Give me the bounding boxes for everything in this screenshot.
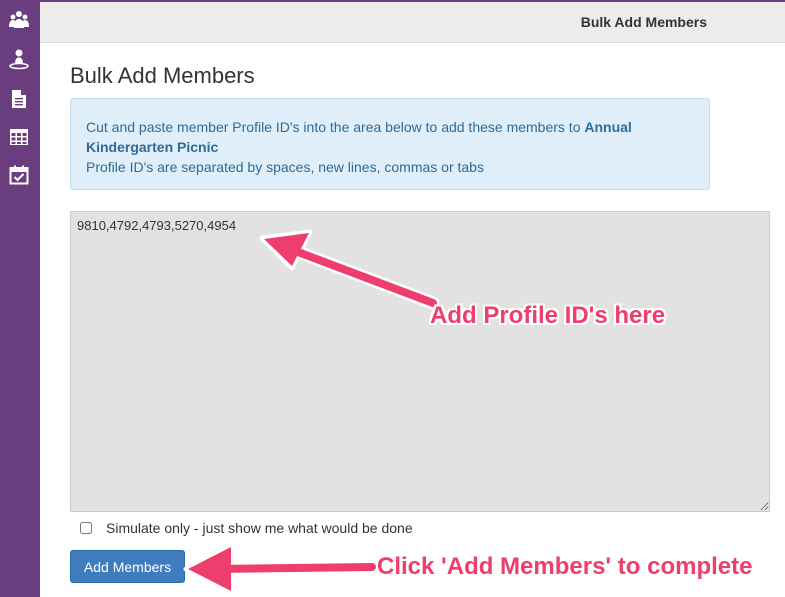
- document-icon[interactable]: [8, 88, 30, 110]
- top-bar: Bulk Add Members: [40, 0, 785, 43]
- page-title: Bulk Add Members: [70, 63, 255, 88]
- profile-ids-textarea[interactable]: 9810,4792,4793,5270,4954: [70, 211, 770, 512]
- sidebar: [0, 0, 40, 597]
- add-members-button[interactable]: Add Members: [70, 550, 185, 583]
- table-icon[interactable]: [8, 126, 30, 148]
- simulate-label[interactable]: Simulate only - just show me what would …: [106, 520, 413, 536]
- topbar-title: Bulk Add Members: [580, 14, 707, 30]
- annotation-add-members: Click 'Add Members' to complete: [377, 553, 753, 580]
- simulate-checkbox[interactable]: [80, 522, 92, 534]
- info-text-prefix: Cut and paste member Profile ID's into t…: [86, 119, 585, 135]
- simulate-row: Simulate only - just show me what would …: [80, 518, 413, 538]
- arrow-to-button: [183, 542, 379, 596]
- person-icon[interactable]: [8, 48, 30, 70]
- info-text-separators: Profile ID's are separated by spaces, ne…: [86, 159, 484, 175]
- calendar-check-icon[interactable]: [8, 164, 30, 186]
- info-alert: Cut and paste member Profile ID's into t…: [70, 98, 710, 190]
- annotation-profile-ids: Add Profile ID's here: [430, 302, 666, 329]
- people-group-icon[interactable]: [8, 9, 30, 31]
